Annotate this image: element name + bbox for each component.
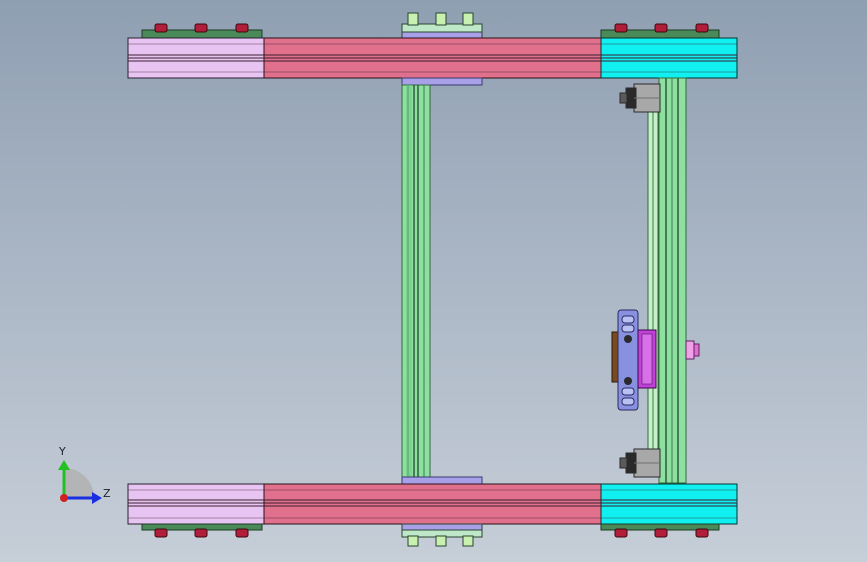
z-axis-arrow-icon: [92, 492, 102, 504]
cad-viewport[interactable]: Y Z: [0, 0, 867, 562]
right-pink-fitting: [685, 340, 700, 360]
triad-origin-icon: [60, 494, 68, 502]
right-vertical-rail: [647, 77, 687, 484]
triad-quadrant-shape: [64, 468, 94, 498]
bottom-beam[interactable]: [127, 476, 738, 547]
cad-model-drawing[interactable]: Y Z: [0, 0, 867, 562]
top-center-bracket: [401, 12, 483, 39]
lower-pillow-block: [619, 448, 661, 478]
coordinate-triad: Y Z: [58, 445, 111, 504]
y-axis-arrow-icon: [58, 460, 70, 470]
z-axis-label: Z: [103, 487, 111, 500]
upper-pillow-block: [619, 83, 661, 113]
bottom-center-bracket: [401, 523, 483, 547]
bottom-beam-upper-bracket: [401, 476, 483, 485]
top-beam[interactable]: [127, 12, 738, 86]
left-vertical-rail: [401, 84, 431, 480]
top-beam-lower-bracket: [401, 77, 483, 86]
y-axis-label: Y: [58, 445, 66, 458]
